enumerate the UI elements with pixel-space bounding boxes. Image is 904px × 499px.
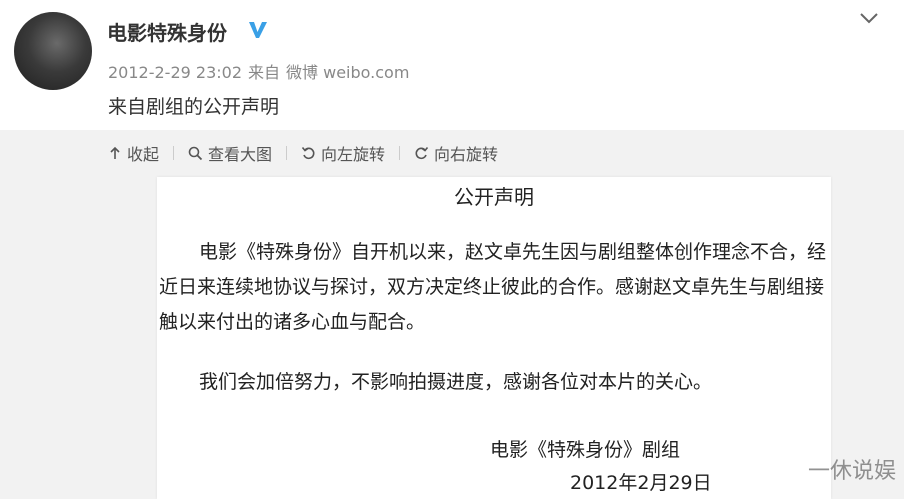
verified-v-icon [249, 22, 267, 38]
arrow-up-icon [110, 146, 120, 159]
rotate-left-icon [301, 146, 315, 159]
watermark: 一休说娱 [808, 459, 897, 484]
author-name[interactable]: 电影特殊身份 [107, 17, 227, 46]
toolbar-divider [286, 146, 288, 160]
chevron-down-icon[interactable] [858, 10, 880, 26]
post-meta: 2012-2-29 23:02 来自 微博 weibo.com [108, 59, 415, 83]
rotate-left-label: 向左旋转 [321, 145, 386, 164]
collapse-button[interactable]: 收起 [108, 141, 159, 165]
post-source[interactable]: 微博 weibo.com [286, 63, 409, 82]
statement-paragraph-1: 电影《特殊身份》自开机以来，赵文卓先生因与剧组整体创作理念不合，经近日来连续地协… [159, 241, 827, 333]
rotate-right-icon [415, 146, 429, 159]
collapse-label: 收起 [127, 145, 160, 164]
statement-paragraph-2: 我们会加倍努力，不影响拍摄进度，感谢各位对本片的关心。 [199, 371, 713, 393]
post-timestamp[interactable]: 2012-2-29 23:02 [108, 63, 242, 82]
view-large-button[interactable]: 查看大图 [188, 141, 272, 165]
statement-title: 公开声明 [454, 185, 534, 209]
rotate-right-label: 向右旋转 [434, 145, 499, 164]
post-text: 来自剧组的公开声明 [108, 96, 280, 118]
statement-image[interactable]: 公开声明 电影《特殊身份》自开机以来，赵文卓先生因与剧组整体创作理念不合，经近日… [157, 177, 831, 499]
statement-signature-date: 2012年2月29日 [570, 472, 712, 494]
rotate-right-button[interactable]: 向右旋转 [414, 141, 498, 165]
image-toolbar: 收起 查看大图 向左旋转 向右旋转 [108, 140, 498, 166]
statement-signature-org: 电影《特殊身份》剧组 [490, 439, 681, 461]
toolbar-divider [173, 146, 175, 160]
toolbar-divider [399, 146, 401, 160]
magnifier-icon [188, 146, 203, 160]
via-prefix: 来自 [248, 63, 281, 82]
avatar[interactable] [14, 12, 92, 90]
view-large-label: 查看大图 [208, 145, 273, 164]
rotate-left-button[interactable]: 向左旋转 [301, 141, 385, 165]
